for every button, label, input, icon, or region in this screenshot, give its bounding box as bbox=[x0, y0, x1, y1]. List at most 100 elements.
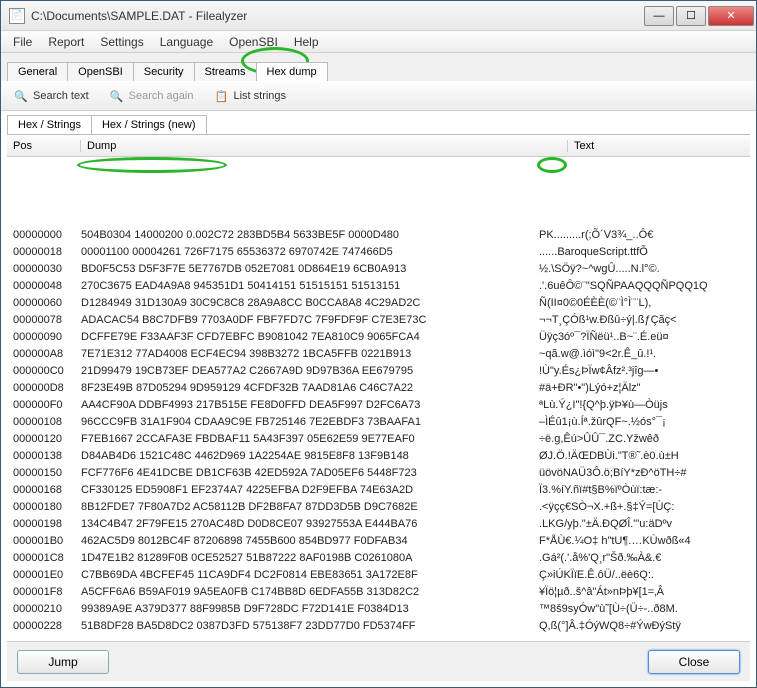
search-text-button[interactable]: 🔍 Search text bbox=[9, 86, 93, 106]
hex-row[interactable]: 000001E0C7BB69DA 4BCFEF45 11CA9DF4 DC2F0… bbox=[13, 567, 744, 584]
hex-text: ™8š9syÓw"ù˜[Ù÷(Ü÷-..ð8M. bbox=[539, 601, 744, 618]
hex-pos: 00000120 bbox=[13, 431, 81, 448]
hex-pos: 000001C8 bbox=[13, 550, 81, 567]
search-again-button[interactable]: 🔍 Search again bbox=[105, 86, 198, 106]
main-tabs: General OpenSBI Security Streams Hex dum… bbox=[1, 53, 756, 81]
menu-language[interactable]: Language bbox=[152, 33, 221, 51]
hex-row[interactable]: 000000A87E71E312 77AD4008 ECF4EC94 398B3… bbox=[13, 346, 744, 363]
col-header-text[interactable]: Text bbox=[568, 140, 750, 152]
hex-dump: A5CFF6A6 B59AF019 9A5EA0FB C174BB8D 6EDF… bbox=[81, 584, 539, 601]
menu-opensbi[interactable]: OpenSBI bbox=[221, 33, 286, 51]
hex-dump: DCFFE79E F33AAF3F CFD7EBFC B9081042 7EA8… bbox=[81, 329, 539, 346]
highlight-circle-pk bbox=[537, 157, 567, 173]
hex-row[interactable]: 00000090DCFFE79E F33AAF3F CFD7EBFC B9081… bbox=[13, 329, 744, 346]
hex-row[interactable]: 0000022851B8DF28 BA5D8DC2 0387D3FD 57513… bbox=[13, 618, 744, 635]
hex-text: #ä+ÐR"•")Lýó+z­¦Älz" bbox=[539, 380, 744, 397]
hex-row[interactable]: 00000030BD0F5C53 D5F3F7E 5E7767DB 052E70… bbox=[13, 261, 744, 278]
close-button[interactable]: Close bbox=[648, 650, 740, 674]
hex-pos: 00000000 bbox=[13, 227, 81, 244]
hex-dump: 00001100 00004261 726F7175 65536372 6970… bbox=[81, 244, 539, 261]
window-controls: — ☐ ✕ bbox=[644, 6, 754, 26]
hex-row[interactable]: 0000021099389A9E A379D377 88F9985B D9F72… bbox=[13, 601, 744, 618]
hex-text: ~qã.w­@.ìóì"9<2r.Ê_û.!¹. bbox=[539, 346, 744, 363]
app-icon: 📄 bbox=[9, 8, 25, 24]
hex-content: Pos Dump Text 00000000504B0304 14000200 … bbox=[7, 134, 750, 641]
hex-pos: 000001B0 bbox=[13, 533, 81, 550]
menu-settings[interactable]: Settings bbox=[92, 33, 151, 51]
subtab-hex-strings-new[interactable]: Hex / Strings (new) bbox=[91, 115, 207, 134]
hex-dump: 21D99479 19CB73EF DEA577A2 C2667A9D 9D97… bbox=[81, 363, 539, 380]
tab-security[interactable]: Security bbox=[133, 62, 195, 81]
hex-row[interactable]: 000001C81D47E1B2 81289F0B 0CE52527 51B87… bbox=[13, 550, 744, 567]
hex-dump: 270C3675 EAD4A9A8 945351D1 50414151 5151… bbox=[81, 278, 539, 295]
col-header-dump[interactable]: Dump bbox=[81, 140, 568, 152]
hex-scroll-area[interactable]: 00000000504B0304 14000200 0.002C72 283BD… bbox=[7, 157, 750, 641]
menu-help[interactable]: Help bbox=[286, 33, 327, 51]
hex-row[interactable]: 000000C021D99479 19CB73EF DEA577A2 C2667… bbox=[13, 363, 744, 380]
hex-dump: 8F23E49B 87D05294 9D959129 4CFDF32B 7AAD… bbox=[81, 380, 539, 397]
hex-pos: 00000048 bbox=[13, 278, 81, 295]
hex-row[interactable]: 00000000504B0304 14000200 0.002C72 283BD… bbox=[13, 227, 744, 244]
tab-streams[interactable]: Streams bbox=[194, 62, 257, 81]
close-window-button[interactable]: ✕ bbox=[708, 6, 754, 26]
hex-row[interactable]: 00000168CF330125 ED5908F1 EF2374A7 4225E… bbox=[13, 482, 744, 499]
hex-text: üövöNAÜ3Ô.ö;BíY*zÐ^öTH÷# bbox=[539, 465, 744, 482]
list-strings-button[interactable]: 📋 List strings bbox=[209, 86, 290, 106]
search-text-label: Search text bbox=[33, 90, 89, 102]
titlebar: 📄 C:\Documents\SAMPLE.DAT - Filealyzer —… bbox=[1, 1, 756, 31]
menubar: File Report Settings Language OpenSBI He… bbox=[1, 31, 756, 53]
hex-row[interactable]: 000000D88F23E49B 87D05294 9D959129 4CFDF… bbox=[13, 380, 744, 397]
hex-row[interactable]: 00000198134C4B47 2F79FE15 270AC48D D0D8C… bbox=[13, 516, 744, 533]
maximize-button[interactable]: ☐ bbox=[676, 6, 706, 26]
hex-dump: C7BB69DA 4BCFEF45 11CA9DF4 DC2F0814 EBE8… bbox=[81, 567, 539, 584]
hex-dump: 96CCC9FB 31A1F904 CDAA9C9E FB725146 7E2E… bbox=[81, 414, 539, 431]
hex-row[interactable]: 00000078ADACAC54 B8C7DFB9 7703A0DF FBF7F… bbox=[13, 312, 744, 329]
hex-pos: 000000D8 bbox=[13, 380, 81, 397]
tab-hexdump[interactable]: Hex dump bbox=[256, 62, 328, 81]
hex-dump: FCF776F6 4E41DCBE DB1CF63B 42ED592A 7AD0… bbox=[81, 465, 539, 482]
hex-row[interactable]: 0000001800001100 00004261 726F7175 65536… bbox=[13, 244, 744, 261]
hex-row[interactable]: 000001B0462AC5D9 8012BC4F 87206898 7455B… bbox=[13, 533, 744, 550]
list-icon: 📋 bbox=[213, 88, 229, 104]
hex-text: ......BaroqueScript.ttfÕ bbox=[539, 244, 744, 261]
app-window: 📄 C:\Documents\SAMPLE.DAT - Filealyzer —… bbox=[0, 0, 757, 688]
menu-file[interactable]: File bbox=[5, 33, 40, 51]
hex-text: ÷ë.g,Êú>ÛÛ¯.ZC󗵿.Yžwêð bbox=[539, 431, 744, 448]
hex-dump: 462AC5D9 8012BC4F 87206898 7455B600 854B… bbox=[81, 533, 539, 550]
hex-dump: F7EB1667 2CCAFA3E FBDBAF11 5A43F397 05E6… bbox=[81, 431, 539, 448]
hex-row[interactable]: 00000138D84AB4D6 1521C48C 4462D969 1A225… bbox=[13, 448, 744, 465]
hex-text: F*ÅÙ€.¼O‡ h"tU¶.…KÙwðß«4 bbox=[539, 533, 744, 550]
menu-report[interactable]: Report bbox=[40, 33, 92, 51]
hex-row[interactable]: 000001F8A5CFF6A6 B59AF019 9A5EA0FB C174B… bbox=[13, 584, 744, 601]
hex-text: –ÌÉû1¡ù.Íª.žûrQF~.½ós°¯¡ bbox=[539, 414, 744, 431]
hex-pos: 00000030 bbox=[13, 261, 81, 278]
tab-opensbi[interactable]: OpenSBI bbox=[67, 62, 134, 81]
tab-general[interactable]: General bbox=[7, 62, 68, 81]
hex-row[interactable]: 000000F0AA4CF90A DDBF4993 217B515E FE8D0… bbox=[13, 397, 744, 414]
hex-text: !Ù"y.És¿ÞÏw¢Âfz².³jîg—• bbox=[539, 363, 744, 380]
hex-row[interactable]: 0000010896CCC9FB 31A1F904 CDAA9C9E FB725… bbox=[13, 414, 744, 431]
search-again-icon: 🔍 bbox=[109, 88, 125, 104]
hex-row[interactable]: 000001808B12FDE7 7F80A7D2 AC58112B DF2B8… bbox=[13, 499, 744, 516]
hex-dump: D1284949 31D130A9 30C9C8C8 28A9A8CC B0CC… bbox=[81, 295, 539, 312]
jump-button[interactable]: Jump bbox=[17, 650, 109, 674]
hex-dump: ADACAC54 B8C7DFB9 7703A0DF FBF7FD7C 7F9F… bbox=[81, 312, 539, 329]
hex-pos: 00000150 bbox=[13, 465, 81, 482]
hex-row[interactable]: 00000150FCF776F6 4E41DCBE DB1CF63B 42ED5… bbox=[13, 465, 744, 482]
hex-dump: 504B0304 14000200 0.002C72 283BD5B4 5633… bbox=[81, 227, 539, 244]
hex-text: .<ÿçç€SÒ¬X.+ß+.§‡Ý=[ÙÇ: bbox=[539, 499, 744, 516]
hex-row[interactable]: 00000120F7EB1667 2CCAFA3E FBDBAF11 5A43F… bbox=[13, 431, 744, 448]
hex-row[interactable]: 00000048270C3675 EAD4A9A8 945351D1 50414… bbox=[13, 278, 744, 295]
hex-dump: AA4CF90A DDBF4993 217B515E FE8D0FFD DEA5… bbox=[81, 397, 539, 414]
subtab-hex-strings[interactable]: Hex / Strings bbox=[7, 115, 92, 134]
hex-dump: 134C4B47 2F79FE15 270AC48D D0D8CE07 9392… bbox=[81, 516, 539, 533]
toolbar: 🔍 Search text 🔍 Search again 📋 List stri… bbox=[1, 81, 756, 111]
hex-dump: 99389A9E A379D377 88F9985B D9F728DC F72D… bbox=[81, 601, 539, 618]
hex-text: Ñ(II¤0©0ÉÈÈ(©¨Ì°Ì¨¨L)­, bbox=[539, 295, 744, 312]
hex-row[interactable]: 00000060D1284949 31D130A9 30C9C8C8 28A9A… bbox=[13, 295, 744, 312]
minimize-button[interactable]: — bbox=[644, 6, 674, 26]
hex-pos: 000000C0 bbox=[13, 363, 81, 380]
hex-text: .LKG/yþ."±Ä.ÐQØÎ."'u:äDºv bbox=[539, 516, 744, 533]
col-header-pos[interactable]: Pos bbox=[7, 140, 81, 152]
hex-text: ¥Ïö¦µð..š^â"Át»nÞþ¥[1=‚Â bbox=[539, 584, 744, 601]
